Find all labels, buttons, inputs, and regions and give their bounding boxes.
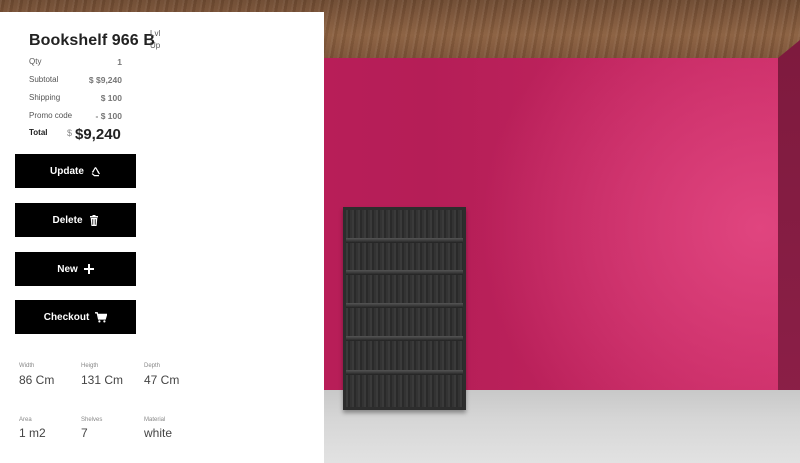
height-value: 131 Cm [81, 373, 124, 387]
width-value: 86 Cm [19, 373, 55, 387]
total-label: Total [29, 128, 48, 137]
new-button[interactable]: New [15, 252, 136, 286]
product-title: Bookshelf 966 B [29, 32, 155, 49]
trash-icon [89, 214, 99, 226]
width-label: Width [19, 363, 35, 369]
area-label: Area [19, 417, 32, 423]
shelf-board [346, 270, 463, 275]
plus-icon [83, 264, 94, 274]
update-button[interactable]: Update [15, 154, 136, 188]
shipping-value: $ 100 [100, 93, 122, 103]
level-up-line1: Lvl [150, 29, 161, 38]
shelf-board [346, 303, 463, 308]
cart-icon [95, 311, 108, 323]
total-value: $9,240 [75, 126, 121, 143]
bookshelf-model[interactable] [343, 207, 466, 410]
checkout-button[interactable]: Checkout [15, 300, 136, 334]
area-value: 1 m2 [19, 426, 46, 440]
promo-code-value: - $ 100 [95, 111, 122, 121]
recycle-icon [90, 166, 101, 177]
shelf-board [346, 370, 463, 375]
side-wall [778, 40, 800, 400]
depth-value: 47 Cm [144, 373, 180, 387]
total-currency: $ [67, 128, 73, 138]
shelves-label: Shelves [81, 417, 103, 423]
delete-button[interactable]: Delete [15, 203, 136, 237]
depth-label: Depth [144, 363, 161, 369]
shelf-board [346, 336, 463, 341]
qty-label: Qty [29, 57, 42, 66]
subtotal-value: $ $9,240 [88, 75, 122, 85]
shelf-board [346, 238, 463, 243]
promo-code-label: Promo code [29, 111, 73, 120]
new-button-label: New [57, 263, 78, 275]
delete-button-label: Delete [52, 214, 83, 226]
level-up-label[interactable]: Lvl Up [150, 28, 160, 52]
height-label: Heigth [81, 363, 99, 369]
checkout-button-label: Checkout [43, 311, 90, 323]
level-up-line2: Up [150, 41, 161, 50]
shelves-value: 7 [81, 426, 88, 440]
update-button-label: Update [50, 165, 84, 177]
subtotal-label: Subtotal [29, 75, 59, 84]
configurator-panel: Bookshelf 966 B Lvl Up Qty 1 Subtotal $ … [0, 12, 324, 463]
qty-value: 1 [117, 57, 122, 67]
shipping-label: Shipping [29, 93, 61, 102]
material-value: white [144, 426, 173, 440]
material-label: Material [144, 417, 166, 423]
